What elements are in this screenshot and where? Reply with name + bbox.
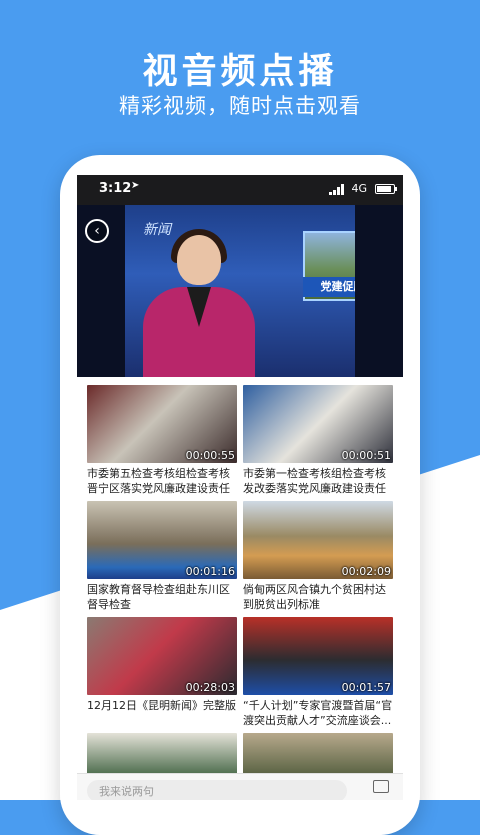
video-title[interactable]: “千人计划”专家官渡暨首届“官渡突出贡献人才”交流座谈会... [243,698,393,728]
location-arrow-icon: ➤ [131,180,140,191]
network-type: 4G [351,182,367,195]
video-thumbnail[interactable]: 00:01:57 [243,617,393,695]
video-thumbnail[interactable]: 00:02:09 [243,501,393,579]
video-duration: 00:01:57 [341,681,391,694]
comment-icon[interactable] [373,780,389,793]
phone-screen: 3:12 ➤ 4G 新闻 党建促脱贫 直播 ‹ 00:00:55 [77,175,403,800]
video-duration: 00:00:51 [341,449,391,462]
status-bar: 3:12 ➤ 4G [77,175,403,205]
video-title[interactable]: 市委第一检查考核组检查考核发改委落实党风廉政建设责任制... [243,466,393,496]
video-duration: 00:28:03 [185,681,235,694]
video-duration: 00:00:55 [185,449,235,462]
video-player[interactable]: 新闻 党建促脱贫 直播 ‹ [77,205,403,377]
video-duration: 00:01:16 [185,565,235,578]
video-duration: 00:02:09 [341,565,391,578]
video-title[interactable]: 市委第五检查考核组检查考核晋宁区落实党风廉政建设责任制... [87,466,237,496]
chevron-left-icon: ‹ [94,223,100,239]
video-title[interactable]: 国家教育督导检查组赴东川区督导检查 [87,582,237,612]
video-frame: 新闻 党建促脱贫 直播 [125,205,355,377]
video-thumbnail[interactable]: 00:00:51 [243,385,393,463]
video-thumbnail[interactable]: 00:28:03 [87,617,237,695]
inset-caption: 党建促脱贫 [303,277,355,297]
hero-title: 视音频点播 [142,52,338,92]
comment-bar [77,773,403,800]
video-card[interactable]: 00:01:16 国家教育督导检查组赴东川区督导检查 [87,501,237,612]
station-logo: 新闻 [143,222,171,238]
signal-icon [329,184,345,195]
comment-input[interactable] [87,780,347,800]
video-card[interactable]: 00:01:57 “千人计划”专家官渡暨首届“官渡突出贡献人才”交流座谈会... [243,617,393,728]
video-thumbnail[interactable]: 00:01:16 [87,501,237,579]
status-time: 3:12 [99,181,132,196]
video-title[interactable]: 倘甸两区风合镇九个贫困村达到脱贫出列标准 [243,582,393,612]
video-card[interactable]: 00:28:03 12月12日《昆明新闻》完整版 [87,617,237,728]
video-card[interactable]: 00:00:51 市委第一检查考核组检查考核发改委落实党风廉政建设责任制... [243,385,393,496]
hero-subtitle: 精彩视频，随时点击观看 [119,94,361,118]
battery-icon [375,184,397,194]
video-card[interactable]: 00:00:55 市委第五检查考核组检查考核晋宁区落实党风廉政建设责任制... [87,385,237,496]
video-title[interactable]: 12月12日《昆明新闻》完整版 [87,698,237,728]
back-button[interactable]: ‹ [85,219,109,243]
news-anchor-face [177,235,221,285]
video-card[interactable]: 00:02:09 倘甸两区风合镇九个贫困村达到脱贫出列标准 [243,501,393,612]
video-thumbnail[interactable]: 00:00:55 [87,385,237,463]
